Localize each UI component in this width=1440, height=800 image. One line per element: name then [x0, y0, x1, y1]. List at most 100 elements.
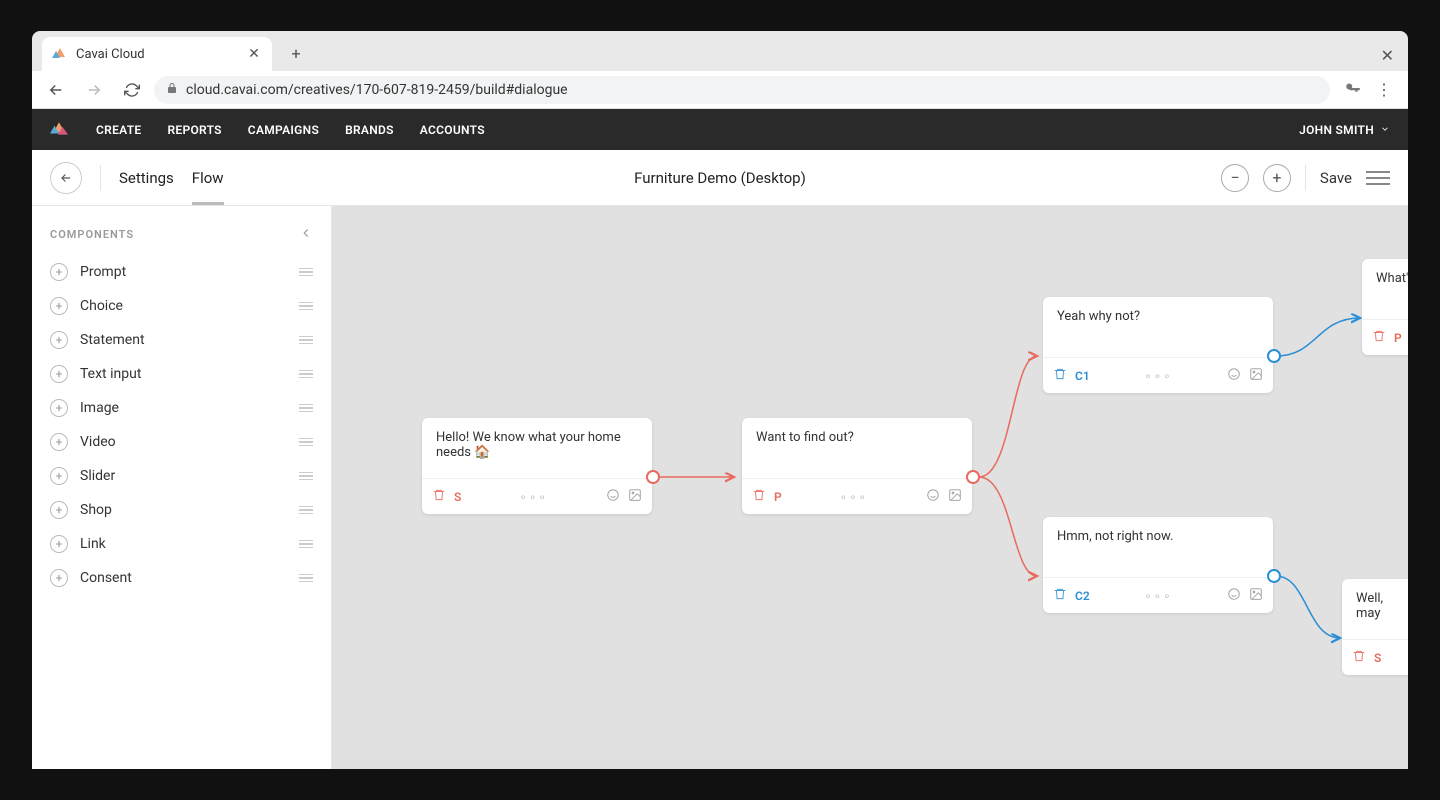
- image-icon[interactable]: [1249, 587, 1263, 604]
- editor-sub-bar: Settings Flow Furniture Demo (Desktop) −…: [32, 150, 1408, 206]
- plus-icon: +: [50, 501, 68, 519]
- drag-icon[interactable]: [299, 404, 313, 413]
- node-text[interactable]: Want to find out?: [742, 418, 972, 478]
- back-icon[interactable]: [40, 74, 72, 106]
- node-tag: S: [454, 490, 461, 504]
- plus-icon: +: [50, 399, 68, 417]
- output-port[interactable]: [1267, 349, 1281, 363]
- plus-icon: +: [50, 467, 68, 485]
- image-icon[interactable]: [1249, 367, 1263, 384]
- menu-icon[interactable]: [1366, 171, 1390, 185]
- node-text[interactable]: Well, may: [1342, 579, 1408, 639]
- more-icon[interactable]: ∘∘∘: [1144, 589, 1173, 603]
- component-label: Choice: [80, 298, 287, 314]
- component-video[interactable]: + Video: [46, 425, 317, 459]
- drag-icon[interactable]: [299, 540, 313, 549]
- node-text[interactable]: Hmm, not right now.: [1043, 517, 1273, 577]
- trash-icon[interactable]: [752, 488, 766, 505]
- emoji-icon[interactable]: [1227, 367, 1241, 384]
- user-name: JOHN SMITH: [1299, 123, 1374, 137]
- node-text[interactable]: Hello! We know what your home needs 🏠: [422, 418, 652, 478]
- component-consent[interactable]: + Consent: [46, 561, 317, 595]
- trash-icon[interactable]: [1053, 587, 1067, 604]
- nav-reports[interactable]: REPORTS: [167, 123, 221, 137]
- cavai-favicon: [52, 46, 68, 62]
- browser-close-icon[interactable]: ✕: [1381, 46, 1408, 71]
- cavai-logo[interactable]: [50, 120, 70, 140]
- component-slider[interactable]: + Slider: [46, 459, 317, 493]
- output-port[interactable]: [966, 470, 980, 484]
- nav-accounts[interactable]: ACCOUNTS: [420, 123, 485, 137]
- component-label: Text input: [80, 366, 287, 382]
- user-menu[interactable]: JOHN SMITH: [1299, 123, 1390, 137]
- component-statement[interactable]: + Statement: [46, 323, 317, 357]
- output-port[interactable]: [646, 470, 660, 484]
- emoji-icon[interactable]: [606, 488, 620, 505]
- flow-node-prompt[interactable]: Want to find out? P ∘∘∘: [742, 418, 972, 514]
- app-top-nav: CREATE REPORTS CAMPAIGNS BRANDS ACCOUNTS…: [32, 109, 1408, 150]
- drag-icon[interactable]: [299, 302, 313, 311]
- new-tab-button[interactable]: +: [282, 39, 310, 67]
- components-sidebar: COMPONENTS + Prompt + Choice + Statement…: [32, 206, 332, 769]
- flow-node-choice[interactable]: Hmm, not right now. C2 ∘∘∘: [1043, 517, 1273, 613]
- flow-node-choice[interactable]: Yeah why not? C1 ∘∘∘: [1043, 297, 1273, 393]
- image-icon[interactable]: [628, 488, 642, 505]
- output-port[interactable]: [1267, 569, 1281, 583]
- chevron-down-icon: [1380, 123, 1390, 137]
- sidebar-header: COMPONENTS: [50, 228, 134, 241]
- reload-icon[interactable]: [116, 74, 148, 106]
- flow-node-statement[interactable]: Hello! We know what your home needs 🏠 S …: [422, 418, 652, 514]
- emoji-icon[interactable]: [926, 488, 940, 505]
- key-icon[interactable]: [1344, 79, 1362, 101]
- node-text[interactable]: What's: [1362, 259, 1408, 319]
- node-tag: S: [1374, 651, 1381, 665]
- drag-icon[interactable]: [299, 472, 313, 481]
- drag-icon[interactable]: [299, 370, 313, 379]
- component-prompt[interactable]: + Prompt: [46, 255, 317, 289]
- drag-icon[interactable]: [299, 506, 313, 515]
- component-text-input[interactable]: + Text input: [46, 357, 317, 391]
- flow-canvas[interactable]: Hello! We know what your home needs 🏠 S …: [332, 206, 1408, 769]
- component-image[interactable]: + Image: [46, 391, 317, 425]
- more-icon[interactable]: ∘∘∘: [519, 490, 548, 504]
- nav-create[interactable]: CREATE: [96, 123, 141, 137]
- zoom-out-button[interactable]: −: [1221, 164, 1249, 192]
- node-text[interactable]: Yeah why not?: [1043, 297, 1273, 357]
- more-icon[interactable]: ∘∘∘: [840, 490, 869, 504]
- collapse-icon[interactable]: [299, 226, 313, 243]
- flow-node-statement[interactable]: Well, may S: [1342, 579, 1408, 675]
- flow-node-prompt[interactable]: What's P: [1362, 259, 1408, 355]
- component-label: Shop: [80, 502, 287, 518]
- trash-icon[interactable]: [1352, 649, 1366, 666]
- component-shop[interactable]: + Shop: [46, 493, 317, 527]
- component-link[interactable]: + Link: [46, 527, 317, 561]
- image-icon[interactable]: [948, 488, 962, 505]
- nav-campaigns[interactable]: CAMPAIGNS: [248, 123, 319, 137]
- address-bar[interactable]: cloud.cavai.com/creatives/170-607-819-24…: [154, 76, 1330, 104]
- zoom-in-button[interactable]: +: [1263, 164, 1291, 192]
- forward-icon: [78, 74, 110, 106]
- node-tag: P: [774, 490, 782, 504]
- save-button[interactable]: Save: [1320, 169, 1352, 187]
- component-label: Image: [80, 400, 287, 416]
- trash-icon[interactable]: [432, 488, 446, 505]
- browser-tab[interactable]: Cavai Cloud ✕: [42, 37, 272, 71]
- drag-icon[interactable]: [299, 268, 313, 277]
- more-icon[interactable]: ∘∘∘: [1144, 369, 1173, 383]
- component-label: Slider: [80, 468, 287, 484]
- emoji-icon[interactable]: [1227, 587, 1241, 604]
- back-button[interactable]: [50, 162, 82, 194]
- drag-icon[interactable]: [299, 438, 313, 447]
- drag-icon[interactable]: [299, 574, 313, 583]
- plus-icon: +: [50, 365, 68, 383]
- tab-flow[interactable]: Flow: [192, 151, 224, 205]
- close-icon[interactable]: ✕: [246, 46, 262, 62]
- trash-icon[interactable]: [1372, 329, 1386, 346]
- component-label: Prompt: [80, 264, 287, 280]
- trash-icon[interactable]: [1053, 367, 1067, 384]
- component-choice[interactable]: + Choice: [46, 289, 317, 323]
- drag-icon[interactable]: [299, 336, 313, 345]
- browser-menu-icon[interactable]: ⋮: [1368, 74, 1400, 106]
- nav-brands[interactable]: BRANDS: [345, 123, 394, 137]
- tab-settings[interactable]: Settings: [119, 151, 174, 205]
